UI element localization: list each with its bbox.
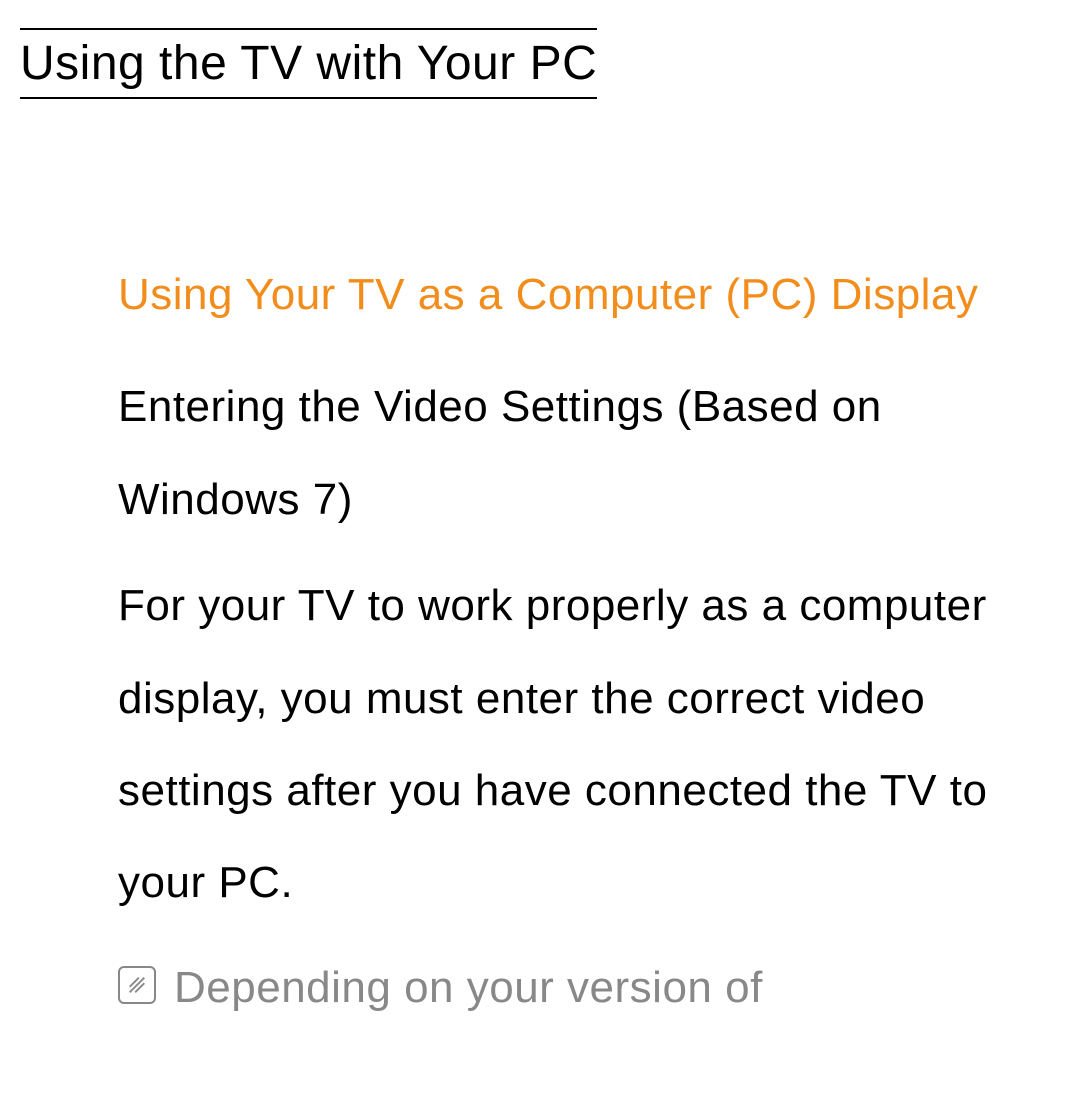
page-title: Using the TV with Your PC: [20, 28, 597, 99]
content-block: Using Your TV as a Computer (PC) Display…: [0, 99, 1080, 1032]
note-row: Depending on your version of: [118, 944, 1020, 1032]
note-icon: [118, 966, 156, 1004]
section-heading: Using Your TV as a Computer (PC) Display: [118, 249, 1020, 341]
note-text: Depending on your version of: [174, 944, 763, 1032]
subsection-heading: Entering the Video Settings (Based on Wi…: [118, 361, 1020, 546]
body-paragraph: For your TV to work properly as a comput…: [118, 560, 1020, 930]
